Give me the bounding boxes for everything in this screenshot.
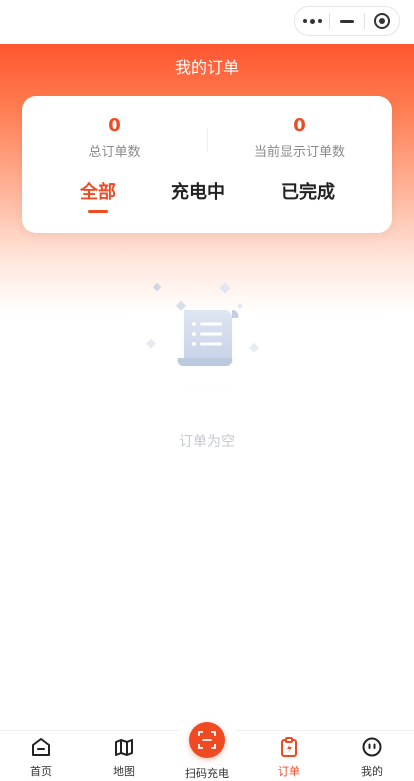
tabbar-item-home[interactable]: 首页	[11, 731, 71, 781]
tab-charging[interactable]: 充电中	[162, 180, 234, 206]
scan-icon	[198, 731, 216, 749]
tabbar-label-map: 地图	[113, 765, 135, 778]
tabbar-label-home: 首页	[30, 765, 52, 778]
close-target-icon	[374, 13, 390, 29]
tabbar-item-profile[interactable]: 我的	[342, 731, 402, 781]
order-charge-icon	[281, 737, 297, 757]
total-orders-count: 0	[108, 115, 121, 136]
shown-orders-stat: 0 当前显示订单数	[207, 114, 392, 162]
tabbar-item-map[interactable]: 地图	[94, 731, 154, 781]
filter-tabs: 全部 充电中 已完成	[22, 180, 392, 220]
more-dots-icon	[302, 18, 322, 24]
shown-orders-label: 当前显示订单数	[253, 145, 345, 160]
order-summary-card: 0 总订单数 0 当前显示订单数 全部 充电中 已完成	[22, 96, 392, 233]
capsule-menu	[294, 6, 400, 36]
active-tab-indicator	[88, 210, 108, 213]
total-orders-label: 总订单数	[88, 145, 141, 160]
empty-state-text: 订单为空	[179, 434, 235, 450]
total-orders-stat: 0 总订单数	[22, 114, 207, 162]
profile-icon	[362, 737, 382, 757]
status-bar	[0, 0, 414, 44]
tabbar-label-orders: 订单	[278, 765, 300, 778]
home-icon	[32, 738, 50, 756]
minimize-button[interactable]	[330, 7, 364, 35]
tabbar-label-profile: 我的	[361, 765, 383, 778]
more-button[interactable]	[295, 7, 329, 35]
scan-charge-button[interactable]	[189, 722, 225, 758]
empty-document-icon	[122, 282, 292, 388]
tab-completed[interactable]: 已完成	[272, 180, 344, 206]
close-button[interactable]	[365, 7, 399, 35]
tabbar-item-orders[interactable]: 订单	[259, 731, 319, 781]
map-icon	[115, 739, 133, 756]
page-title: 我的订单	[174, 58, 239, 77]
minimize-icon	[340, 19, 354, 23]
shown-orders-count: 0	[293, 115, 306, 136]
tabbar-label-scan: 扫码充电	[185, 767, 229, 780]
tab-all[interactable]: 全部	[78, 180, 118, 206]
